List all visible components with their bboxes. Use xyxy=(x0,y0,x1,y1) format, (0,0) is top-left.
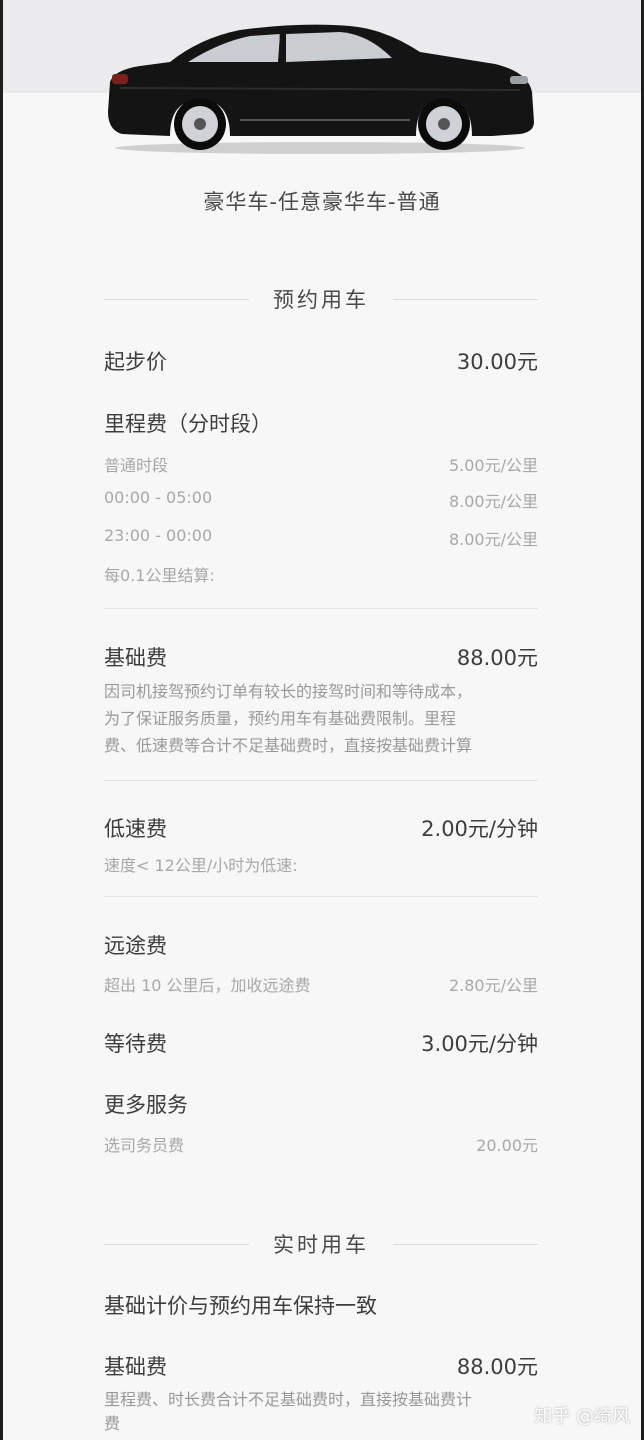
mileage-rate-value: 5.00元/公里 xyxy=(448,456,538,475)
mileage-note: 每0.1公里结算: xyxy=(104,566,215,585)
watermark: 知乎 @绮风 xyxy=(534,1406,630,1427)
mileage-rate-row: 普通时段 5.00元/公里 xyxy=(104,452,538,475)
mileage-rate-value: 8.00元/公里 xyxy=(448,492,538,511)
realtime-base-fee-value: 88.00元 xyxy=(456,1355,538,1379)
base-fee-row: 基础费 88.00元 xyxy=(104,642,538,672)
section-title-realtime: 实时用车 xyxy=(104,1229,538,1259)
base-fee-desc-line: 为了保证服务质量，预约用车有基础费限制。里程 xyxy=(104,709,457,728)
start-price-value: 30.00元 xyxy=(456,350,538,374)
realtime-base-fee-description: 里程费、时长费合计不足基础费时，直接按基础费计 费 xyxy=(104,1388,538,1436)
left-edge xyxy=(0,0,3,1440)
section-line-right xyxy=(393,299,538,300)
divider xyxy=(104,780,538,781)
divider xyxy=(104,896,538,897)
mileage-note-row: 每0.1公里结算: xyxy=(104,562,538,585)
driver-fee-row: 选司务员费 20.00元 xyxy=(104,1132,538,1155)
base-fee-value: 88.00元 xyxy=(456,646,538,670)
long-distance-label: 远途费 xyxy=(104,934,167,958)
realtime-desc-line: 费 xyxy=(104,1414,121,1433)
mileage-label: 里程费（分时段） xyxy=(104,412,272,436)
driver-fee-value: 20.00元 xyxy=(476,1136,538,1155)
low-speed-row: 低速费 2.00元/分钟 xyxy=(104,813,538,843)
mileage-rate-row: 00:00 - 05:00 8.00元/公里 xyxy=(104,488,538,511)
long-distance-value: 2.80元/公里 xyxy=(448,976,538,995)
base-fee-description: 因司机接驾预约订单有较长的接驾时间和等待成本， 为了保证服务质量，预约用车有基础… xyxy=(104,678,538,759)
vehicle-type-title: 豪华车-任意豪华车-普通 xyxy=(203,190,441,214)
mileage-rate-value: 8.00元/公里 xyxy=(448,530,538,549)
driver-fee-label: 选司务员费 xyxy=(104,1136,185,1155)
mileage-rate-row: 23:00 - 00:00 8.00元/公里 xyxy=(104,526,538,549)
low-speed-note: 速度< 12公里/小时为低速: xyxy=(104,856,298,875)
waiting-fee-value: 3.00元/分钟 xyxy=(421,1032,538,1056)
realtime-base-fee-row: 基础费 88.00元 xyxy=(104,1351,538,1381)
realtime-note-row: 基础计价与预约用车保持一致 xyxy=(104,1290,538,1320)
section-title-reservation: 预约用车 xyxy=(104,284,538,314)
car-image xyxy=(100,20,540,160)
mileage-rate-label: 普通时段 xyxy=(104,456,169,475)
long-distance-row: 远途费 xyxy=(104,930,538,960)
low-speed-value: 2.00元/分钟 xyxy=(421,817,538,841)
divider xyxy=(104,608,538,609)
base-fee-desc-line: 费、低速费等合计不足基础费时，直接按基础费计算 xyxy=(104,736,473,755)
mileage-row: 里程费（分时段） xyxy=(104,408,538,438)
long-distance-note: 超出 10 公里后，加收远途费 xyxy=(104,976,311,995)
realtime-note: 基础计价与预约用车保持一致 xyxy=(104,1294,377,1318)
more-services-label: 更多服务 xyxy=(104,1093,188,1117)
base-fee-desc-line: 因司机接驾预约订单有较长的接驾时间和等待成本， xyxy=(104,682,473,701)
low-speed-label: 低速费 xyxy=(104,817,167,841)
low-speed-note-row: 速度< 12公里/小时为低速: xyxy=(104,852,538,875)
long-distance-note-row: 超出 10 公里后，加收远途费 2.80元/公里 xyxy=(104,972,538,995)
start-price-label: 起步价 xyxy=(104,350,167,374)
more-services-row: 更多服务 xyxy=(104,1089,538,1119)
mileage-rate-label: 23:00 - 00:00 xyxy=(104,526,213,545)
mileage-rate-label: 00:00 - 05:00 xyxy=(104,488,213,507)
realtime-desc-line: 里程费、时长费合计不足基础费时，直接按基础费计 xyxy=(104,1390,473,1409)
waiting-fee-row: 等待费 3.00元/分钟 xyxy=(104,1028,538,1058)
start-price-row: 起步价 30.00元 xyxy=(104,346,538,376)
section-line-right xyxy=(393,1244,538,1245)
waiting-fee-label: 等待费 xyxy=(104,1032,167,1056)
realtime-base-fee-label: 基础费 xyxy=(104,1355,167,1379)
base-fee-label: 基础费 xyxy=(104,646,167,670)
